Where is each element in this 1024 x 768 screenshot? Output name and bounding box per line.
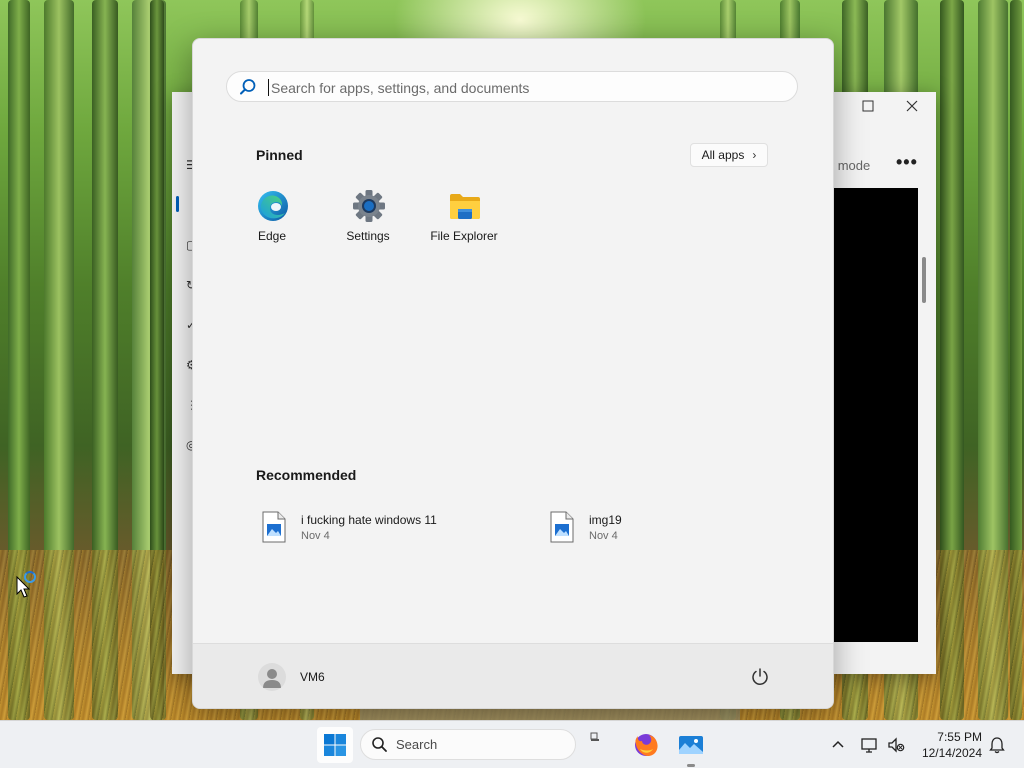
image-file-icon bbox=[550, 511, 574, 543]
more-options-button[interactable]: ••• bbox=[896, 152, 918, 173]
close-button[interactable] bbox=[902, 98, 922, 118]
running-indicator bbox=[687, 764, 695, 767]
notification-bell-icon[interactable] bbox=[987, 735, 1007, 755]
taskbar-search-label: Search bbox=[396, 737, 438, 752]
user-avatar[interactable] bbox=[258, 663, 286, 691]
recommended-item-date: Nov 4 bbox=[589, 530, 618, 542]
folder-icon bbox=[450, 194, 480, 219]
pinned-app-label: File Explorer bbox=[430, 229, 498, 243]
recommended-item-name: i fucking hate windows 11 bbox=[301, 513, 437, 527]
pinned-app-label: Edge bbox=[257, 229, 287, 243]
all-apps-button[interactable]: All apps › bbox=[690, 143, 768, 167]
power-icon bbox=[752, 668, 768, 685]
windows-logo-icon bbox=[324, 734, 346, 756]
network-icon[interactable] bbox=[860, 735, 880, 755]
search-input[interactable] bbox=[269, 76, 783, 100]
taskbar-search[interactable]: Search bbox=[360, 729, 576, 760]
scrollbar-thumb[interactable] bbox=[922, 257, 926, 303]
settings-gear-icon bbox=[353, 190, 385, 222]
chevron-up-icon[interactable] bbox=[828, 735, 848, 755]
pinned-app-label: Settings bbox=[346, 229, 390, 243]
content-preview-pane bbox=[832, 188, 918, 642]
start-menu-footer: VM6 bbox=[193, 643, 833, 708]
search-icon bbox=[372, 737, 387, 752]
start-button[interactable] bbox=[317, 727, 353, 763]
chevron-right-icon: › bbox=[752, 148, 757, 162]
busy-spinner-icon bbox=[24, 571, 36, 583]
taskbar-clock[interactable]: 7:55 PM 12/14/2024 bbox=[916, 729, 982, 761]
nav-selection-indicator bbox=[176, 196, 179, 212]
recommended-heading: Recommended bbox=[256, 467, 357, 483]
recommended-item[interactable]: i fucking hate windows 11 Nov 4 bbox=[261, 509, 521, 549]
pinned-app-settings[interactable]: Settings bbox=[320, 189, 416, 259]
recommended-item-date: Nov 4 bbox=[301, 530, 330, 542]
pinned-app-file-explorer[interactable]: File Explorer bbox=[416, 189, 512, 259]
clock-date: 12/14/2024 bbox=[921, 746, 982, 760]
close-icon bbox=[906, 100, 918, 112]
clock-time: 7:55 PM bbox=[937, 730, 982, 744]
start-search-box[interactable] bbox=[226, 71, 798, 102]
volume-muted-icon[interactable] bbox=[886, 735, 906, 755]
image-file-icon bbox=[262, 511, 286, 543]
maximize-button[interactable] bbox=[858, 98, 878, 118]
all-apps-label: All apps bbox=[701, 148, 745, 162]
user-name[interactable]: VM6 bbox=[300, 670, 325, 684]
scrollbar[interactable] bbox=[918, 252, 930, 642]
maximize-icon bbox=[862, 100, 874, 112]
pinned-app-edge[interactable]: Edge bbox=[224, 189, 320, 259]
firefox-icon bbox=[635, 734, 658, 756]
photos-icon bbox=[679, 736, 703, 754]
taskbar-photos[interactable] bbox=[673, 727, 709, 763]
search-icon bbox=[240, 79, 256, 95]
user-icon bbox=[263, 669, 281, 688]
taskbar-firefox[interactable] bbox=[628, 727, 664, 763]
recommended-item-name: img19 bbox=[589, 513, 622, 527]
task-view-icon[interactable] bbox=[590, 732, 600, 742]
power-button[interactable] bbox=[749, 666, 771, 688]
taskbar: Search 7:55 PM 12/14/2024 bbox=[0, 720, 1024, 768]
recommended-item[interactable]: img19 Nov 4 bbox=[549, 509, 809, 549]
start-menu: Pinned All apps › Edge bbox=[192, 38, 834, 709]
pinned-heading: Pinned bbox=[256, 147, 303, 163]
edge-icon bbox=[258, 191, 288, 221]
